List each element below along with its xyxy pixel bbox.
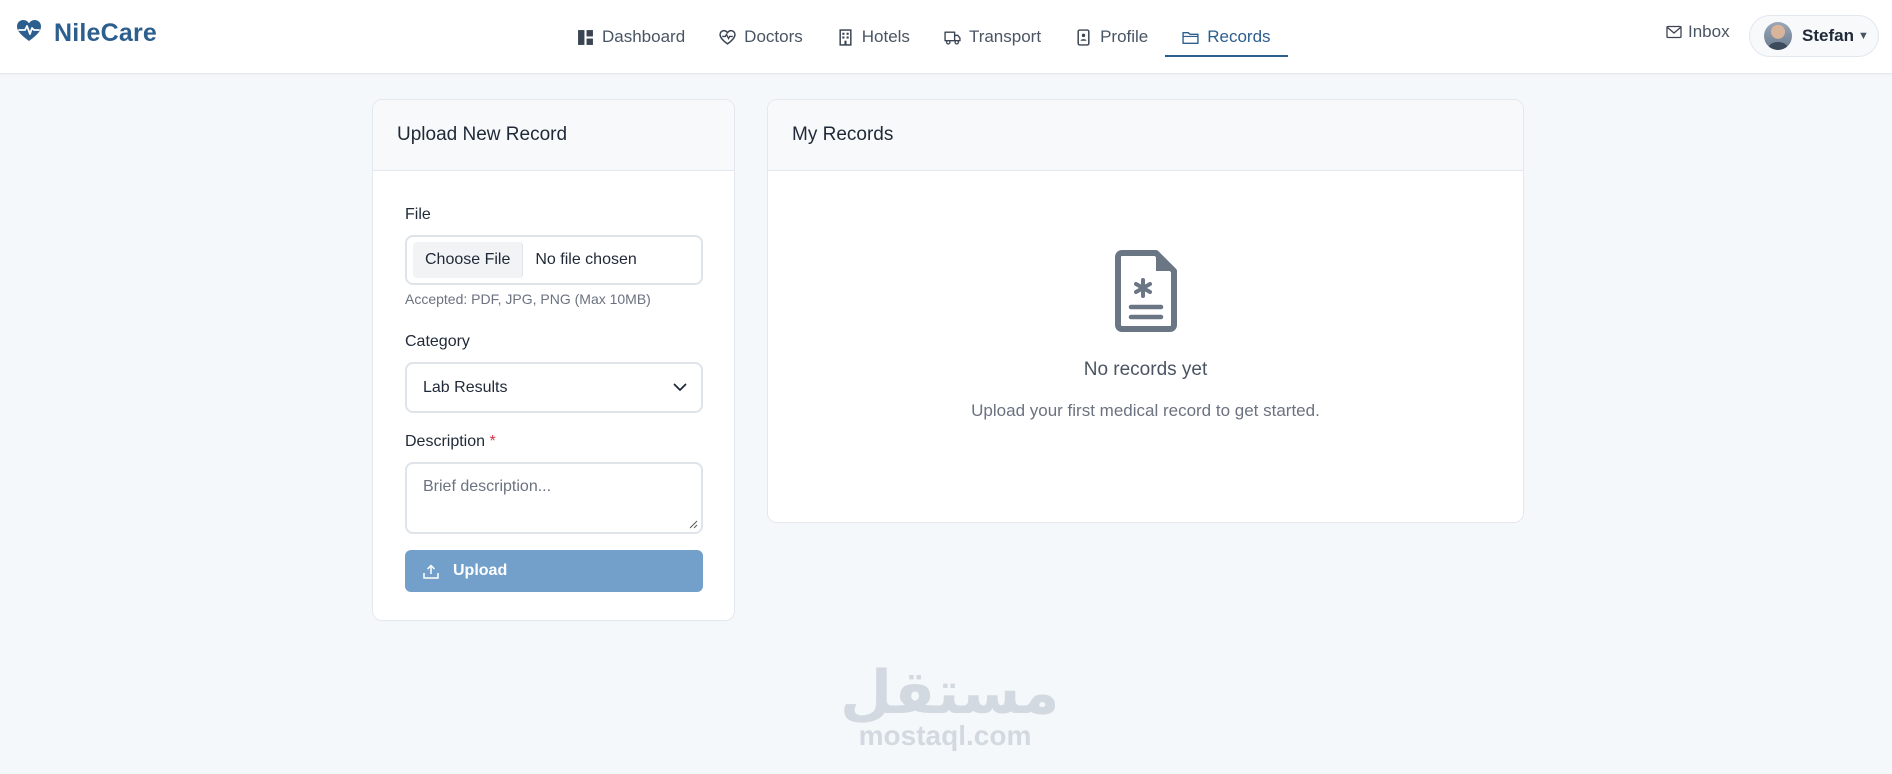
nav-dashboard-label: Dashboard <box>602 27 686 46</box>
upload-button[interactable]: Upload <box>405 550 703 592</box>
truck-icon <box>944 30 961 45</box>
nav-records-label: Records <box>1207 27 1271 46</box>
heart-pulse-logo-icon <box>16 19 42 48</box>
category-selected-value: Lab Results <box>423 378 508 396</box>
brand-logo[interactable]: NileCare <box>16 16 157 50</box>
empty-state-title: No records yet <box>1083 359 1208 380</box>
description-placeholder: Brief description... <box>423 478 552 495</box>
envelope-icon <box>1666 25 1682 39</box>
category-label: Category <box>405 333 470 350</box>
nav-hotels-label: Hotels <box>861 27 910 46</box>
file-label: File <box>405 206 431 223</box>
folder-icon <box>1182 31 1199 44</box>
resize-handle-icon[interactable] <box>689 520 698 529</box>
file-name-text: No file chosen <box>535 251 637 268</box>
nav-profile-label: Profile <box>1100 27 1149 46</box>
choose-file-button[interactable]: Choose File <box>413 242 524 278</box>
caret-down-icon: ▼ <box>1857 30 1869 42</box>
upload-card: Upload New Record File Choose File No fi… <box>372 99 735 621</box>
upload-icon <box>423 563 439 579</box>
upload-card-title: Upload New Record <box>373 100 734 171</box>
main-nav: Dashboard Doctors Hotels Transport Profi… <box>560 0 1288 74</box>
nav-records[interactable]: Records <box>1165 0 1288 74</box>
empty-state: No records yet Upload your first medical… <box>768 250 1523 421</box>
file-input[interactable]: Choose File No file chosen <box>405 235 703 285</box>
accepted-formats-hint: Accepted: PDF, JPG, PNG (Max 10MB) <box>405 291 651 307</box>
required-indicator: * <box>489 433 496 450</box>
category-select[interactable]: Lab Results <box>405 362 703 413</box>
nav-hotels[interactable]: Hotels <box>820 0 927 74</box>
upload-form: File Choose File No file chosen Accepted… <box>405 206 703 592</box>
records-card: My Records No records yet Upload your fi… <box>767 99 1524 523</box>
description-label-row: Description * <box>405 433 703 451</box>
avatar <box>1764 22 1792 50</box>
watermark-arabic: مستقل <box>840 658 1060 728</box>
medical-file-icon <box>1114 250 1177 332</box>
heart-pulse-icon <box>719 29 736 45</box>
description-label: Description <box>405 433 486 450</box>
id-card-icon <box>1077 28 1090 46</box>
building-icon <box>839 28 852 46</box>
records-card-title: My Records <box>768 100 1523 171</box>
watermark-latin: mostaql.com <box>858 720 1032 751</box>
user-menu[interactable]: Stefan ▼ <box>1749 15 1879 57</box>
upload-button-label: Upload <box>453 562 508 579</box>
nav-profile[interactable]: Profile <box>1058 0 1165 74</box>
inbox-label: Inbox <box>1688 22 1730 41</box>
description-textarea[interactable]: Brief description... <box>405 462 703 534</box>
brand-name: NileCare <box>54 18 158 47</box>
nav-transport-label: Transport <box>968 27 1042 46</box>
user-name: Stefan <box>1802 26 1854 45</box>
empty-state-subtitle: Upload your first medical record to get … <box>971 401 1320 420</box>
watermark: مستقل mostaql.com <box>840 658 1060 751</box>
nav-doctors-label: Doctors <box>744 27 803 46</box>
navbar: NileCare Dashboard Doctors Hotels Transp… <box>0 0 1892 74</box>
nav-doctors[interactable]: Doctors <box>702 0 820 74</box>
chevron-down-icon <box>673 383 687 391</box>
nav-dashboard[interactable]: Dashboard <box>560 0 702 74</box>
dashboard-icon <box>578 29 593 45</box>
nav-transport[interactable]: Transport <box>927 0 1058 74</box>
inbox-link[interactable]: Inbox <box>1666 0 1730 64</box>
